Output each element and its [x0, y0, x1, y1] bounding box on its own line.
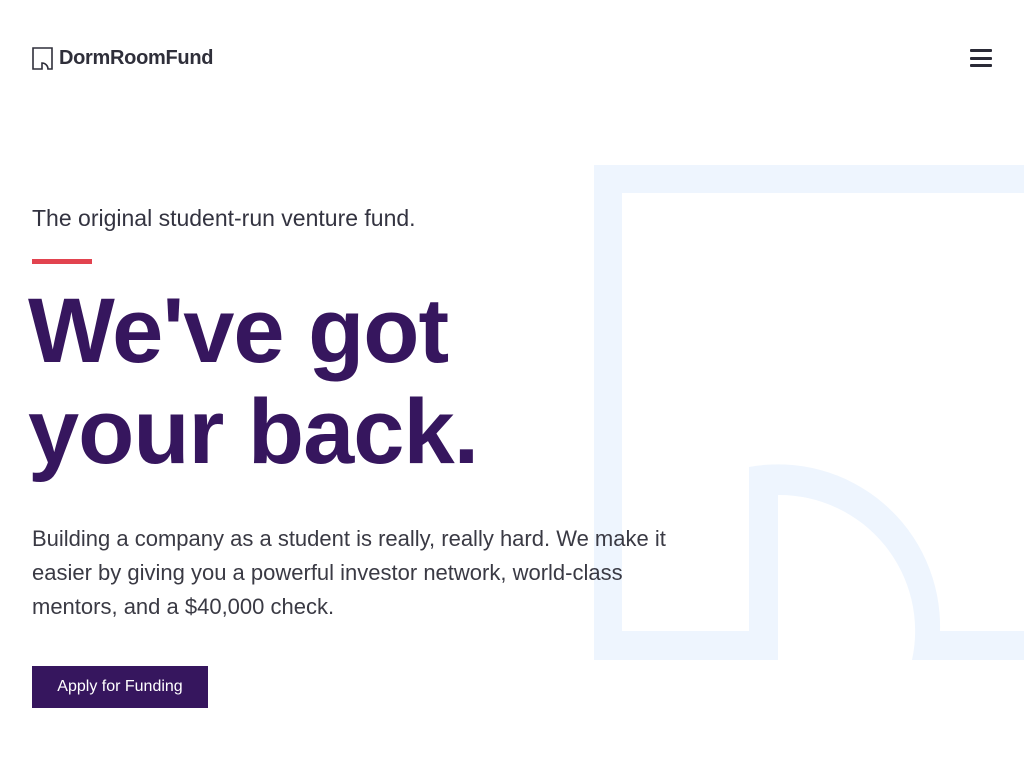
accent-divider — [32, 259, 92, 264]
menu-bar-bottom — [970, 64, 992, 67]
landing-page: DormRoomFund The original student-run ve… — [0, 0, 1024, 768]
apply-for-funding-button[interactable]: Apply for Funding — [32, 666, 208, 708]
headline-line-2: your back. — [28, 381, 479, 483]
menu-bar-top — [970, 49, 992, 52]
hero-headline: We've got your back. — [28, 280, 479, 483]
menu-bar-middle — [970, 56, 992, 60]
headline-line-1: We've got — [28, 280, 449, 382]
hero-tagline: The original student-run venture fund. — [32, 205, 416, 231]
hamburger-menu-icon[interactable] — [970, 49, 992, 67]
site-header: DormRoomFund — [32, 47, 213, 70]
brand-name[interactable]: DormRoomFund — [59, 47, 213, 70]
dorm-room-fund-logo-icon[interactable] — [32, 47, 53, 70]
hero-description: Building a company as a student is reall… — [32, 526, 666, 619]
